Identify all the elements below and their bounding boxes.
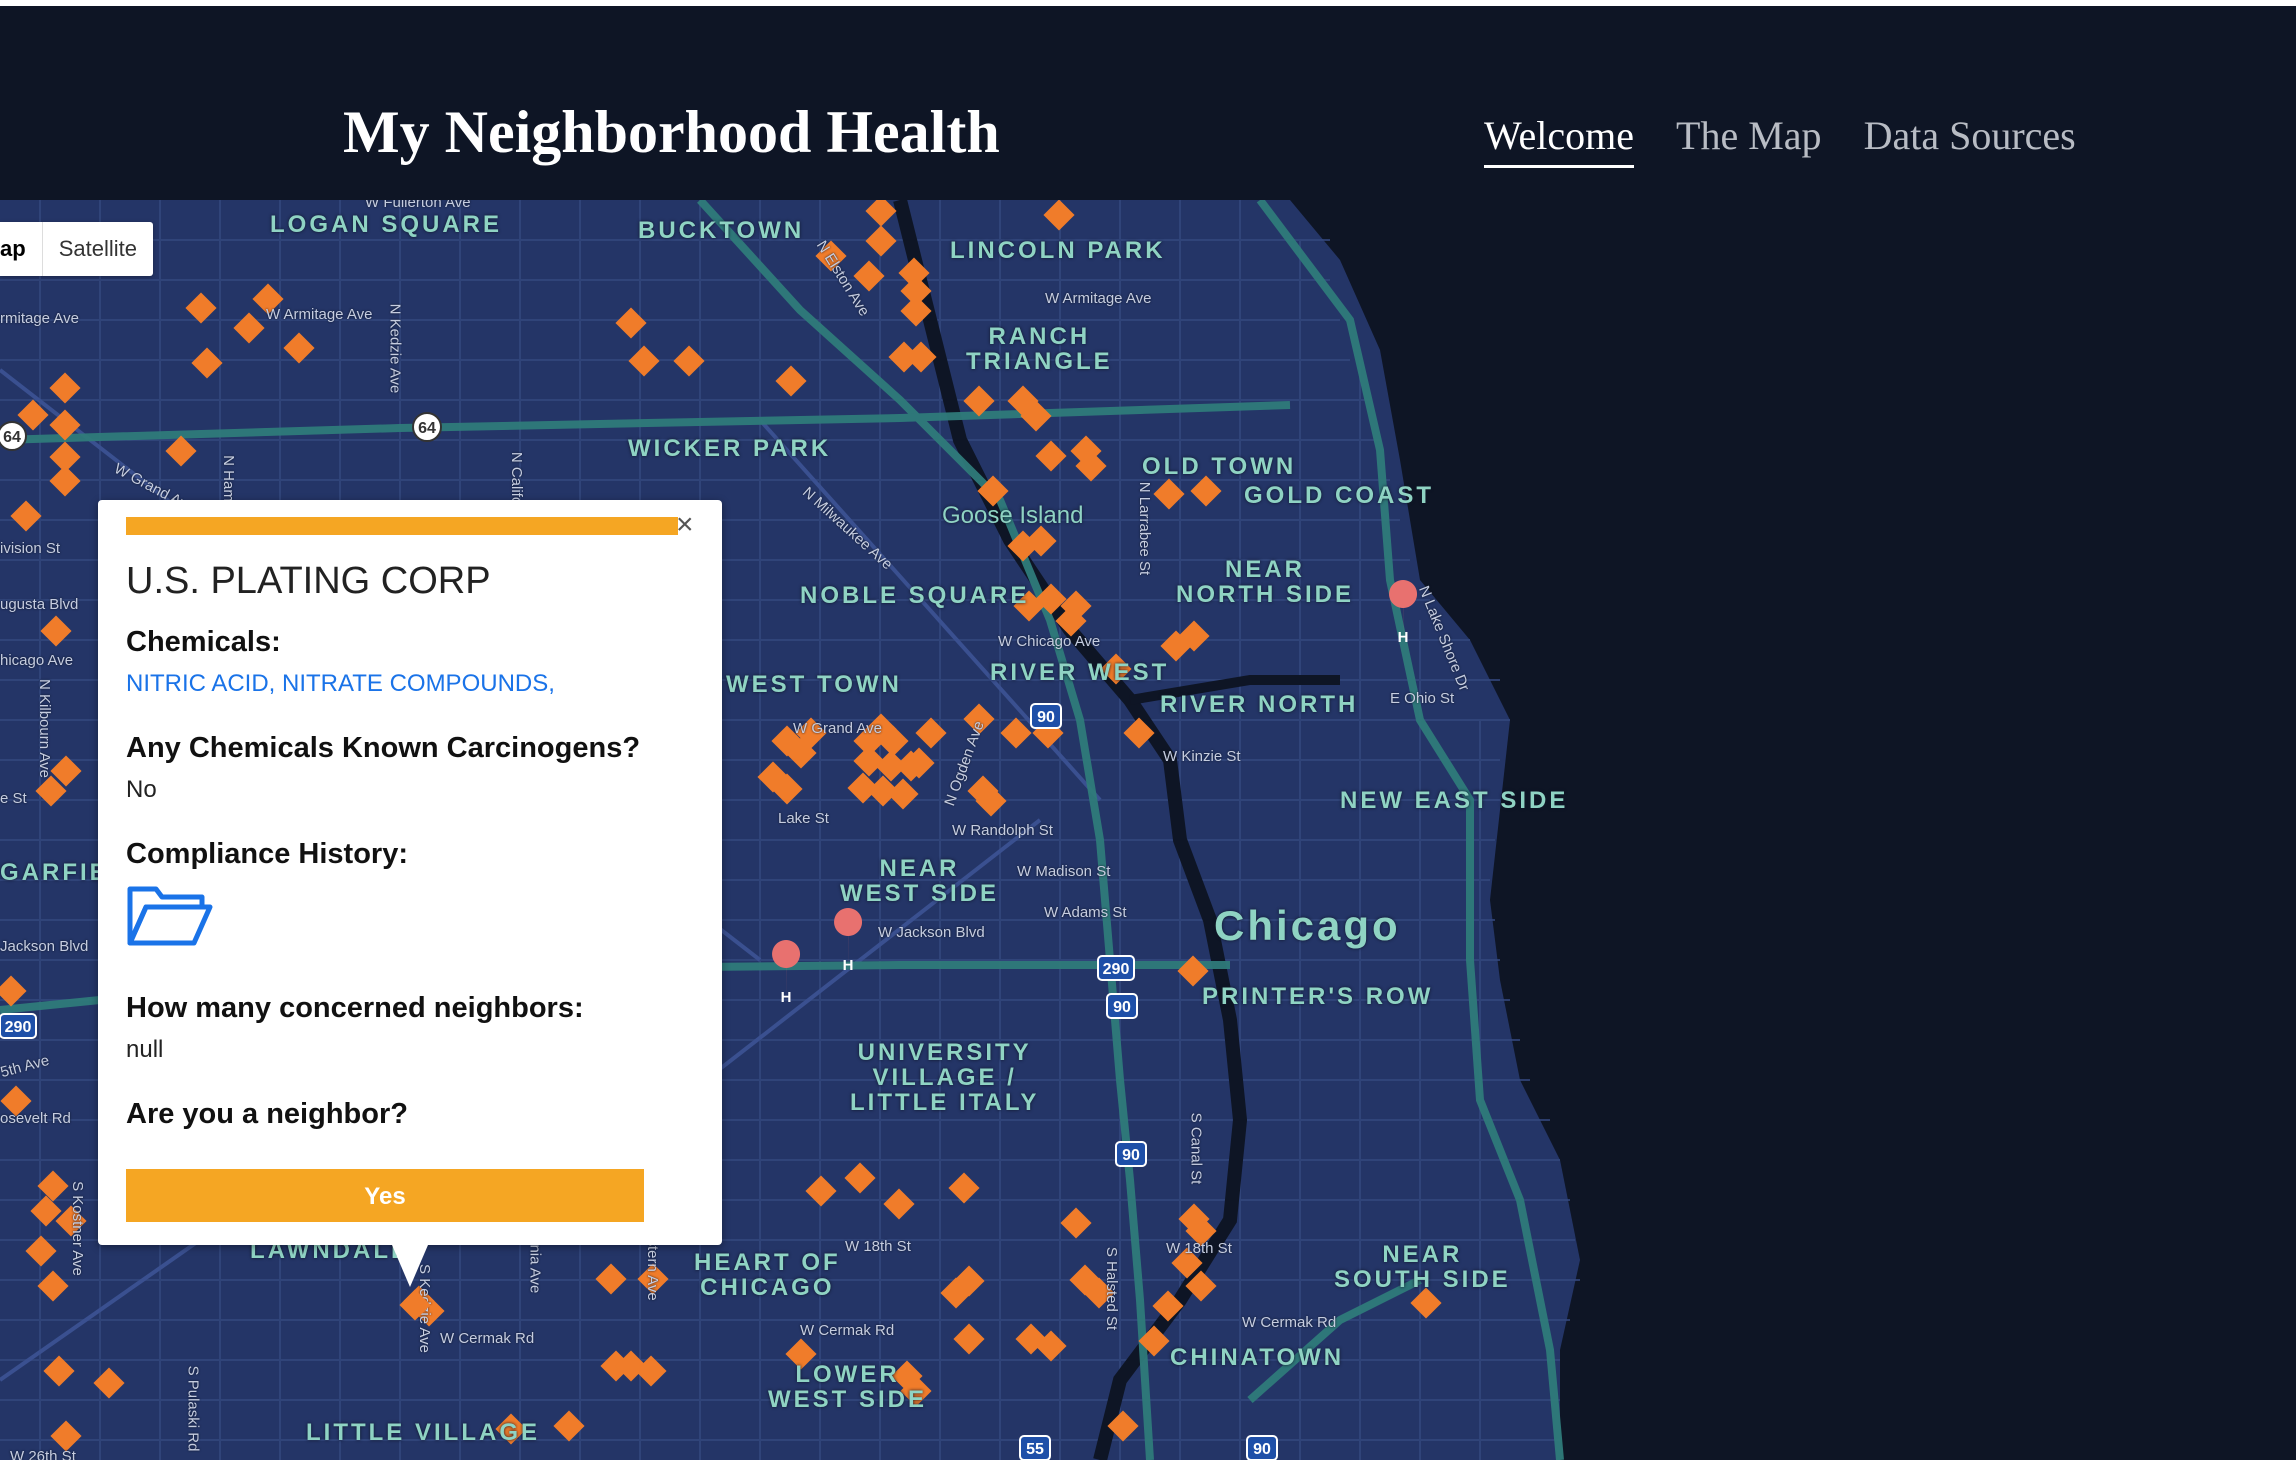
street-w18th: W 18th St bbox=[845, 1238, 911, 1255]
label-logan-square: LOGAN SQUARE bbox=[270, 211, 503, 238]
shield-90-south: 90 bbox=[1122, 1147, 1140, 1164]
svg-text:H: H bbox=[781, 989, 792, 1006]
street-cermak-3: W Cermak Rd bbox=[1242, 1314, 1337, 1331]
street-cermak: W Cermak Rd bbox=[440, 1330, 535, 1347]
label-near-south-side: NEAR SOUTH SIDE bbox=[1334, 1241, 1511, 1293]
yes-button[interactable]: Yes bbox=[126, 1169, 644, 1222]
site-header: My Neighborhood Health Welcome The Map D… bbox=[0, 6, 2296, 200]
shield-55: 55 bbox=[1026, 1441, 1044, 1458]
facility-info-popup: × U.S. PLATING CORP Chemicals: NITRIC AC… bbox=[98, 500, 722, 1245]
label-ranch-triangle: RANCH TRIANGLE bbox=[966, 323, 1113, 375]
nav-data-sources[interactable]: Data Sources bbox=[1864, 112, 2076, 168]
street-division: ivision St bbox=[0, 540, 61, 557]
close-icon[interactable]: × bbox=[676, 510, 694, 540]
shield-64: 64 bbox=[418, 420, 436, 437]
street-kilbourn: N Kilbourn Ave bbox=[35, 679, 53, 778]
label-lower-west-side: LOWER WEST SIDE bbox=[768, 1361, 928, 1413]
label-near-north-side: NEAR NORTH SIDE bbox=[1176, 556, 1355, 608]
label-near-west-side: NEAR WEST SIDE bbox=[840, 855, 1000, 907]
label-river-west: RIVER WEST bbox=[990, 659, 1170, 686]
label-lincoln-park: LINCOLN PARK bbox=[950, 237, 1166, 264]
street-randolph: W Randolph St bbox=[952, 822, 1053, 839]
main-nav: Welcome The Map Data Sources bbox=[1484, 112, 2076, 168]
site-title: My Neighborhood Health bbox=[343, 99, 1000, 165]
nav-welcome[interactable]: Welcome bbox=[1484, 112, 1635, 168]
carcinogen-value: No bbox=[126, 776, 157, 803]
street-madison: W Madison St bbox=[1017, 863, 1111, 880]
street-kostner: S Kostner Ave bbox=[68, 1181, 86, 1276]
label-university-village: UNIVERSITY VILLAGE / LITTLE ITALY bbox=[850, 1039, 1040, 1116]
neighbors-label: How many concerned neighbors: bbox=[126, 992, 584, 1024]
shield-290: 290 bbox=[1103, 961, 1130, 978]
popup-accent-bar bbox=[126, 517, 678, 535]
street-chicago-left: hicago Ave bbox=[0, 652, 74, 669]
shield-90-bottom: 90 bbox=[1253, 1441, 1271, 1458]
street-hamlin: N Ham bbox=[219, 455, 237, 502]
map-type-satellite-button[interactable]: Satellite bbox=[43, 222, 153, 276]
map-type-map-button[interactable]: ap bbox=[0, 222, 43, 276]
street-lake: Lake St bbox=[778, 810, 829, 827]
label-chinatown: CHINATOWN bbox=[1170, 1344, 1345, 1371]
street-kinzie: W Kinzie St bbox=[1163, 748, 1241, 765]
street-n-california: N Califo bbox=[508, 451, 526, 506]
label-goose-island: Goose Island bbox=[942, 502, 1084, 529]
street-larrabee: N Larrabee St bbox=[1136, 481, 1154, 576]
carcinogen-label: Any Chemicals Known Carcinogens? bbox=[126, 732, 641, 764]
label-noble-square: NOBLE SQUARE bbox=[800, 582, 1030, 609]
neighbor-question: Are you a neighbor? bbox=[126, 1098, 408, 1130]
street-jackson: W Jackson Blvd bbox=[878, 924, 985, 941]
label-gold-coast: GOLD COAST bbox=[1244, 482, 1434, 509]
label-bucktown: BUCKTOWN bbox=[638, 217, 805, 244]
chemicals-label: Chemicals: bbox=[126, 626, 281, 658]
label-new-east-side: NEW EAST SIDE bbox=[1340, 787, 1569, 814]
street-cermak-2: W Cermak Rd bbox=[800, 1322, 895, 1339]
street-adams: W Adams St bbox=[1044, 904, 1127, 921]
street-e-st: e St bbox=[0, 790, 27, 807]
street-armitage: W Armitage Ave bbox=[266, 306, 373, 323]
map-type-control: ap Satellite bbox=[0, 222, 153, 276]
street-w18th-2: W 18th St bbox=[1166, 1240, 1232, 1257]
popup-tail bbox=[392, 1245, 428, 1287]
label-river-north: RIVER NORTH bbox=[1160, 691, 1359, 718]
street-fullerton: W Fullerton Ave bbox=[365, 200, 471, 211]
nav-the-map[interactable]: The Map bbox=[1676, 112, 1822, 168]
svg-text:H: H bbox=[843, 957, 854, 974]
street-armitage-left: rmitage Ave bbox=[0, 310, 79, 327]
label-garfield: GARFIE bbox=[0, 859, 109, 886]
shield-90-mid: 90 bbox=[1113, 999, 1131, 1016]
label-heart-of-chicago: HEART OF CHICAGO bbox=[694, 1249, 841, 1301]
street-armitage-right: W Armitage Ave bbox=[1045, 290, 1152, 307]
label-wicker-park: WICKER PARK bbox=[628, 435, 832, 462]
street-w26th: W 26th St bbox=[10, 1448, 76, 1460]
street-augusta: ugusta Blvd bbox=[0, 596, 79, 613]
compliance-label: Compliance History: bbox=[126, 838, 408, 870]
folder-open-icon[interactable] bbox=[126, 885, 214, 952]
shield-64-left: 64 bbox=[3, 429, 21, 446]
street-halsted: S Halsted St bbox=[1103, 1246, 1121, 1331]
chemicals-link[interactable]: NITRIC ACID, NITRATE COMPOUNDS, bbox=[126, 670, 555, 698]
facility-name: U.S. PLATING CORP bbox=[126, 560, 491, 602]
street-pulaski: S Pulaski Rd bbox=[184, 1365, 202, 1452]
street-canal: S Canal St bbox=[1187, 1112, 1205, 1185]
street-w-chicago: W Chicago Ave bbox=[998, 633, 1101, 650]
street-roosevelt: osevelt Rd bbox=[0, 1110, 71, 1127]
street-kedzie: N Kedzie Ave bbox=[386, 303, 404, 394]
shield-290-left: 290 bbox=[5, 1019, 32, 1036]
neighbors-value: null bbox=[126, 1036, 164, 1063]
shield-90-top: 90 bbox=[1037, 709, 1055, 726]
street-ohio: E Ohio St bbox=[1390, 690, 1455, 707]
street-jackson-left: Jackson Blvd bbox=[0, 938, 89, 955]
street-w-grand-2: W Grand Ave bbox=[793, 720, 882, 737]
label-printers-row: PRINTER'S ROW bbox=[1202, 983, 1434, 1010]
svg-text:H: H bbox=[1398, 629, 1409, 646]
label-little-village: LITTLE VILLAGE bbox=[306, 1419, 540, 1446]
label-west-town: WEST TOWN bbox=[726, 671, 902, 698]
label-city-chicago: Chicago bbox=[1214, 902, 1401, 949]
label-old-town: OLD TOWN bbox=[1142, 453, 1297, 480]
